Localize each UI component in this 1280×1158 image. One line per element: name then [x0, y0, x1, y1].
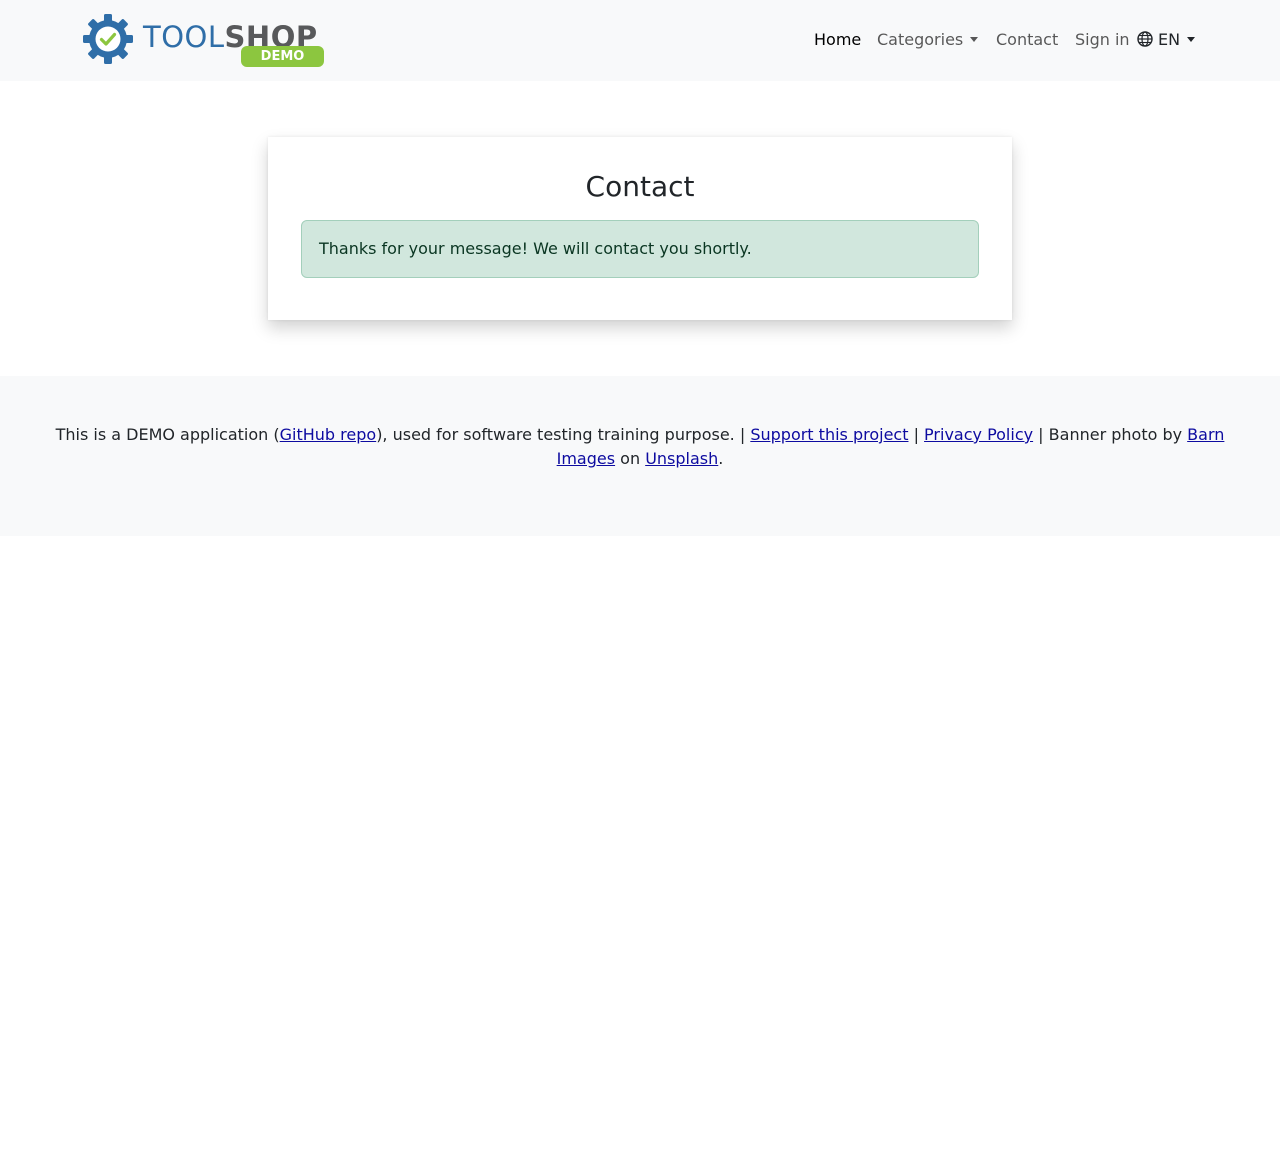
globe-icon: [1137, 31, 1153, 47]
nav-categories-label: Categories: [877, 30, 964, 49]
gear-check-icon: [83, 14, 133, 64]
language-dropdown[interactable]: EN: [1137, 28, 1196, 52]
footer-text-segment: This is a DEMO application (: [55, 425, 280, 444]
nav-sign-in-link[interactable]: Sign in: [1075, 28, 1130, 52]
demo-badge: DEMO: [241, 46, 324, 67]
footer-text-segment: |: [908, 425, 925, 444]
footer-text-segment: .: [718, 449, 724, 468]
support-project-link[interactable]: Support this project: [750, 425, 908, 444]
page-title: Contact: [585, 170, 695, 203]
github-repo-link[interactable]: GitHub repo: [280, 425, 377, 444]
footer-text-segment: on: [615, 449, 646, 468]
caret-down-icon: [1187, 37, 1196, 42]
caret-down-icon: [970, 37, 979, 42]
nav-contact-link[interactable]: Contact: [996, 28, 1058, 52]
footer: This is a DEMO application (GitHub repo)…: [0, 376, 1280, 536]
top-navbar: TOOLSHOP DEMO Home Categories Contact Si…: [0, 0, 1280, 81]
nav-categories-dropdown[interactable]: Categories: [877, 28, 979, 52]
unsplash-link[interactable]: Unsplash: [645, 449, 718, 468]
nav-home-link[interactable]: Home: [814, 28, 861, 52]
footer-text: This is a DEMO application (GitHub repo)…: [40, 423, 1240, 471]
toolshop-logo-link[interactable]: TOOLSHOP DEMO: [82, 13, 328, 68]
language-label: EN: [1158, 30, 1181, 49]
footer-text-segment: | Banner photo by: [1033, 425, 1188, 444]
privacy-policy-link[interactable]: Privacy Policy: [924, 425, 1033, 444]
success-alert: Thanks for your message! We will contact…: [301, 220, 979, 278]
footer-text-segment: ), used for software testing training pu…: [376, 425, 751, 444]
